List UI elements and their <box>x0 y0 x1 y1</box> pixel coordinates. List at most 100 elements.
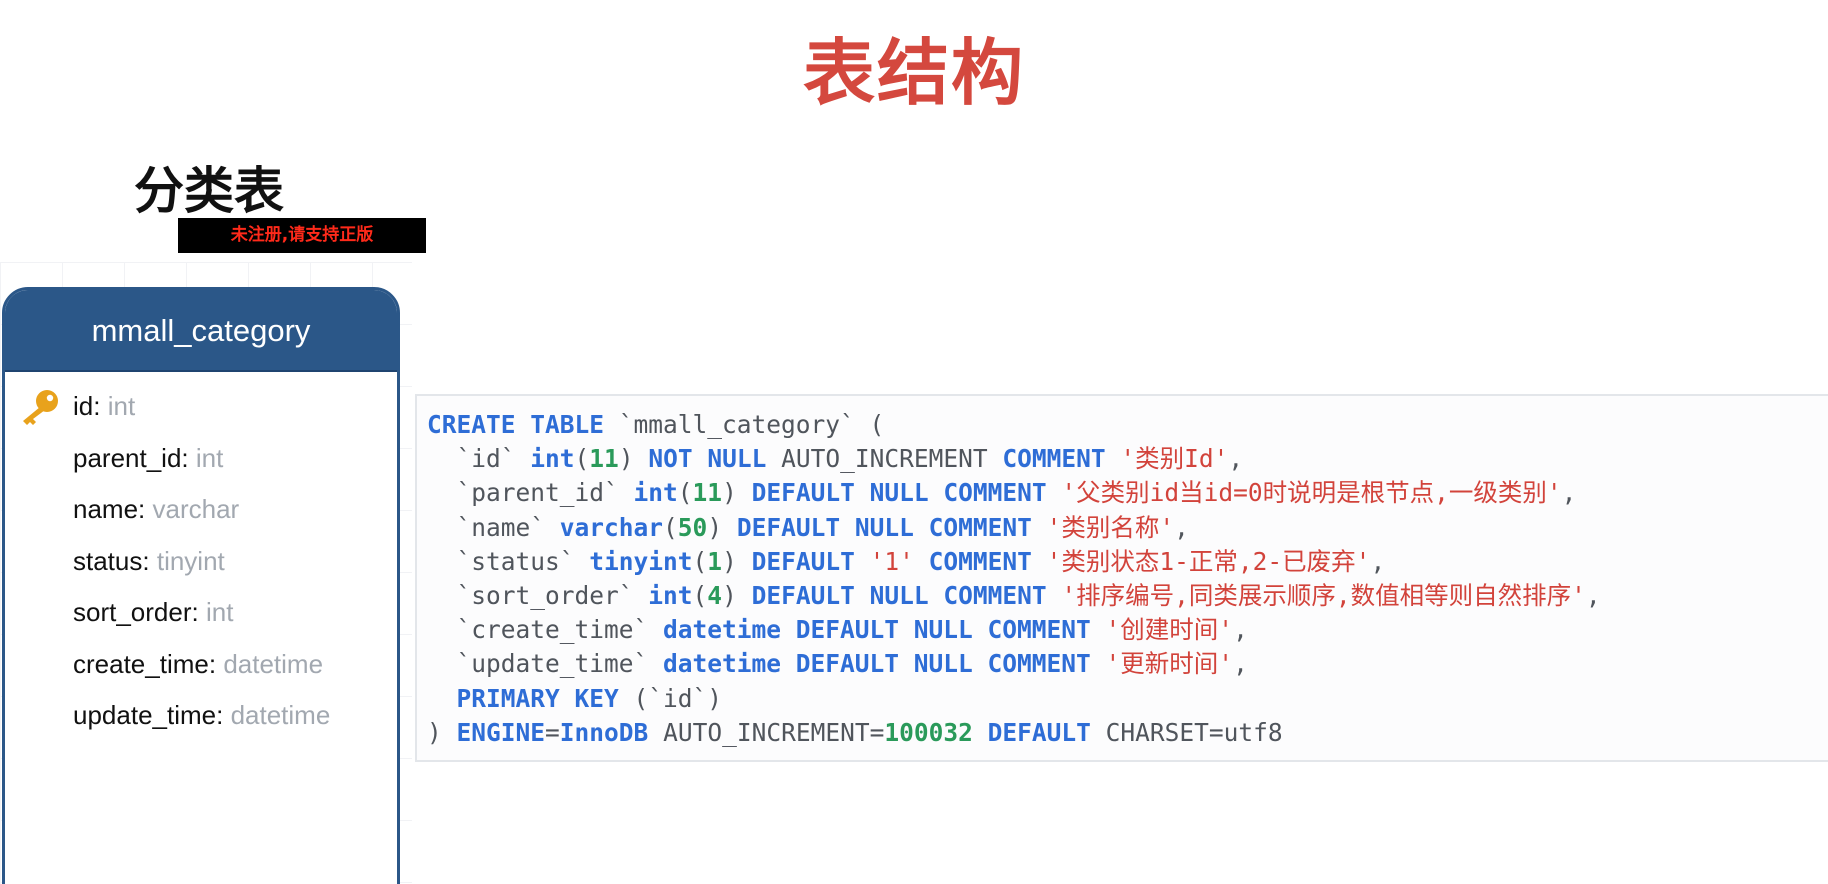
table-card: mmall_category id: int parent_id: int name… <box>2 287 400 884</box>
sql-keyword: NOT NULL <box>648 444 767 474</box>
sql-keyword: DEFAULT NULL COMMENT <box>751 580 1047 610</box>
field-row-parent-id: parent_id: int <box>5 436 397 488</box>
sql-string: '类别Id' <box>1120 444 1229 474</box>
sql-text: CHARSET=utf8 <box>1090 717 1283 747</box>
sql-text: , <box>1174 512 1189 542</box>
sql-text: , <box>1370 546 1386 576</box>
sql-text: , <box>1233 649 1248 679</box>
field-type: tinyint <box>156 545 225 576</box>
sql-keyword: InnoDB <box>559 717 649 747</box>
field-row-create-time: create_time: datetime <box>5 642 397 694</box>
sql-text: `name` <box>427 512 560 542</box>
field-row-name: name: varchar <box>5 487 397 539</box>
field-row-update-time: update_time: datetime <box>5 693 397 745</box>
sql-keyword: tinyint <box>589 546 693 576</box>
code-line: `id` int(11) NOT NULL AUTO_INCREMENT COM… <box>427 442 1601 476</box>
sql-keyword: int <box>648 580 693 610</box>
sql-keyword: DEFAULT <box>751 546 855 576</box>
sql-keyword: varchar <box>559 512 664 542</box>
code-line: `sort_order` int(4) DEFAULT NULL COMMENT… <box>427 579 1601 613</box>
field-separator: : <box>93 391 101 421</box>
sql-keyword: ENGINE <box>456 717 546 747</box>
field-name: sort_order <box>73 597 192 627</box>
sql-text: `update_time` <box>427 649 664 679</box>
table-card-title: mmall_category <box>5 290 397 372</box>
sql-keyword: CREATE TABLE <box>427 410 605 439</box>
sql-text: `mmall_category` ( <box>604 410 885 439</box>
sql-text: ( <box>692 580 708 610</box>
sql-text: ) <box>722 478 752 508</box>
sql-keyword: datetime DEFAULT NULL COMMENT <box>663 649 1091 679</box>
field-type: datetime <box>230 700 331 730</box>
watermark-banner: 未注册,请支持正版 <box>178 218 426 253</box>
sql-string: '排序编号,同类展示顺序,数值相等则自然排序' <box>1061 580 1586 610</box>
sql-text: `create_time` <box>427 615 664 645</box>
field-name: update_time <box>73 700 217 730</box>
sql-number: 100032 <box>884 717 973 747</box>
sql-text: ) <box>722 546 752 576</box>
sql-text: ( <box>663 512 678 542</box>
sql-keyword: int <box>530 444 575 474</box>
field-type: varchar <box>152 494 240 524</box>
field-type: int <box>107 391 136 421</box>
section-heading: 分类表 <box>134 162 284 220</box>
sql-text: ) <box>427 717 457 747</box>
code-line: ) ENGINE=InnoDB AUTO_INCREMENT=100032 DE… <box>427 716 1601 750</box>
field-row-sort-order: sort_order: int <box>5 590 397 642</box>
sql-text: AUTO_INCREMENT= <box>648 717 885 747</box>
code-line: CREATE TABLE `mmall_category` ( <box>427 408 1601 442</box>
sql-text: , <box>1228 444 1244 474</box>
sql-text: = <box>545 717 560 747</box>
field-name: status <box>73 545 143 576</box>
sql-keyword: datetime DEFAULT NULL COMMENT <box>663 615 1091 645</box>
sql-string: '父类别id当id=0时说明是根节点,一级类别' <box>1061 478 1562 508</box>
field-name: name <box>73 494 139 524</box>
sql-text: `id` <box>427 444 531 474</box>
code-line: `create_time` datetime DEFAULT NULL COMM… <box>427 613 1601 647</box>
sql-text: `sort_order` <box>427 580 649 610</box>
field-name: create_time <box>73 648 209 679</box>
sql-number: 50 <box>677 512 708 542</box>
sql-string: '创建时间' <box>1105 615 1234 645</box>
primary-key-icon <box>19 388 61 426</box>
sql-code-panel: CREATE TABLE `mmall_category` ( `id` int… <box>415 394 1828 762</box>
code-line: `name` varchar(50) DEFAULT NULL COMMENT … <box>427 511 1601 545</box>
sql-string: '类别名称' <box>1046 512 1175 542</box>
sql-text: ) <box>707 512 737 542</box>
code-line: `status` tinyint(1) DEFAULT '1' COMMENT … <box>427 545 1601 579</box>
field-row-id: id: int <box>5 384 397 436</box>
sql-string: '更新时间' <box>1105 649 1234 679</box>
field-row-status: status: tinyint <box>5 539 397 591</box>
sql-keyword: DEFAULT NULL COMMENT <box>751 478 1047 508</box>
sql-text: ) <box>618 444 649 474</box>
field-separator: : <box>208 648 217 679</box>
sql-number: 1 <box>707 546 723 576</box>
field-list: id: int parent_id: int name: varchar status… <box>5 372 397 745</box>
slide: 表结构 分类表 未注册,请支持正版 mmall_category id: int… <box>0 0 1828 884</box>
field-name: id <box>73 391 94 421</box>
sql-number: 11 <box>692 478 723 508</box>
sql-text: `parent_id` <box>427 478 634 508</box>
sql-keyword: COMMENT <box>928 546 1032 576</box>
sql-keyword: DEFAULT NULL COMMENT <box>736 512 1032 542</box>
field-type: datetime <box>223 648 324 679</box>
sql-string: '1' <box>869 546 914 576</box>
code-line: PRIMARY KEY (`id`) <box>427 682 1601 716</box>
field-separator: : <box>142 545 150 576</box>
sql-text: ( <box>574 444 590 474</box>
sql-text: , <box>1585 580 1601 610</box>
field-separator: : <box>191 597 199 627</box>
sql-text: ( <box>692 546 708 576</box>
sql-string: '类别状态1-正常,2-已废弃' <box>1046 546 1371 576</box>
sql-number: 11 <box>589 444 619 474</box>
sql-text: ( <box>677 478 693 508</box>
sql-text: , <box>1233 615 1248 645</box>
